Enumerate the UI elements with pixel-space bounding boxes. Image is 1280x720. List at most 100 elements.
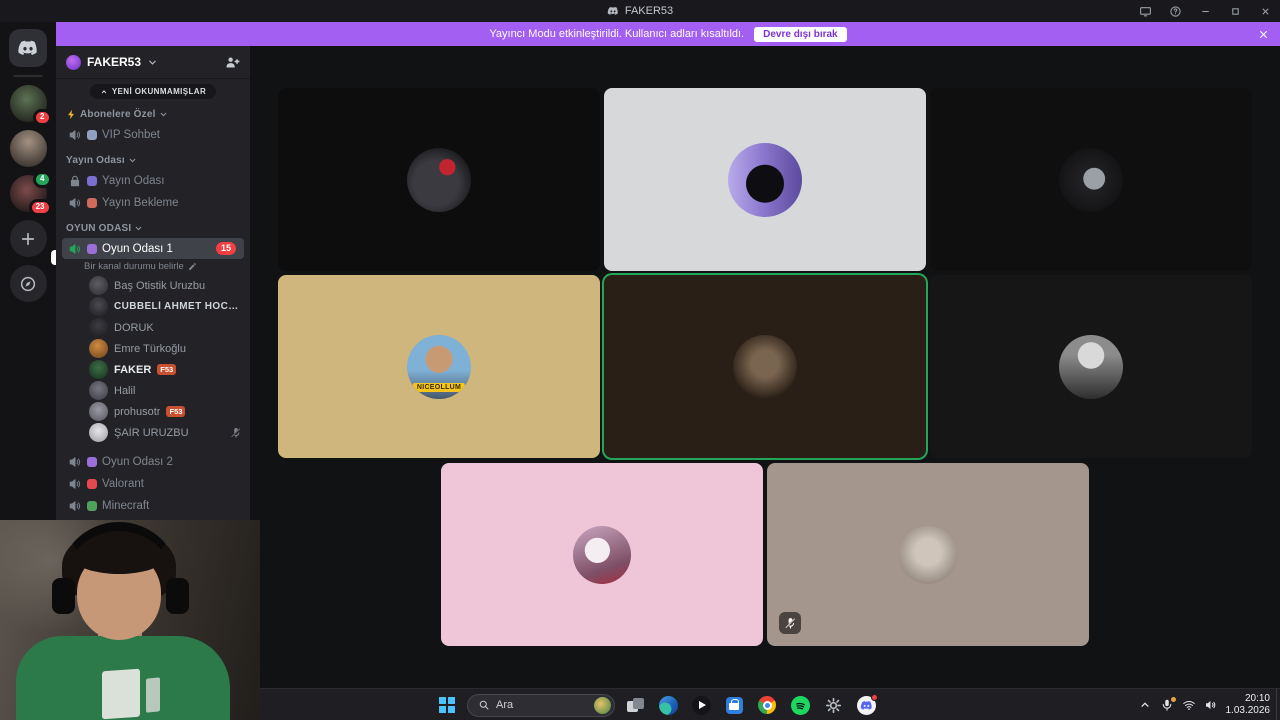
channel-name: Oyun Odası 2: [102, 455, 173, 468]
voice-member[interactable]: prohusotr F53: [56, 401, 250, 422]
spotify-icon: [790, 695, 810, 715]
voice-channel-icon: [69, 129, 81, 140]
show-desktop-button[interactable]: [1276, 689, 1280, 720]
taskbar-clock[interactable]: 20:10 1.03.2026: [1226, 693, 1271, 718]
avatar: [89, 297, 108, 316]
discord-logo-icon: [607, 5, 619, 17]
channel-minecraft[interactable]: Minecraft: [62, 495, 244, 516]
settings-button[interactable]: [820, 692, 846, 718]
participant-tile-7[interactable]: [441, 463, 763, 646]
notification-dot: [870, 693, 878, 701]
server-icon-3[interactable]: 4 23: [9, 171, 52, 216]
voice-member[interactable]: FAKER F53: [56, 359, 250, 380]
member-name: Halil: [114, 384, 136, 397]
window-title-group: FAKER53: [607, 5, 673, 17]
mic-muted-icon: [779, 612, 801, 634]
participant-tile-8[interactable]: [767, 463, 1089, 646]
discord-taskbar-button[interactable]: [853, 692, 879, 718]
clock-time: 20:10: [1244, 692, 1270, 704]
new-unreads-pill[interactable]: YENİ OKUNMAMIŞLAR: [89, 84, 217, 99]
spotify-button[interactable]: [787, 692, 813, 718]
discord-home-button[interactable]: [9, 29, 47, 67]
add-server-button[interactable]: [9, 220, 47, 257]
chrome-button[interactable]: [754, 692, 780, 718]
tray-microphone-icon[interactable]: [1160, 697, 1176, 712]
member-name: DORUK: [114, 321, 154, 334]
voice-member[interactable]: CÜBBELİ AHMET HOCA !!!: [56, 296, 250, 317]
member-name: Baş Otistik Uruzbu: [114, 279, 206, 292]
member-name: CÜBBELİ AHMET HOCA !!!: [114, 301, 242, 312]
voice-channel-icon: [69, 478, 81, 489]
voice-member[interactable]: Halil: [56, 380, 250, 401]
voice-channel-icon: [69, 456, 81, 467]
channel-oyun-odasi-1[interactable]: Oyun Odası 1 15: [62, 238, 244, 259]
gear-icon: [825, 697, 841, 713]
help-icon[interactable]: [1160, 0, 1190, 22]
lock-icon: [70, 175, 80, 186]
avatar: [89, 276, 108, 295]
microsoft-store-button[interactable]: [721, 692, 747, 718]
tile-row-2: NICEOLLUM: [250, 275, 1280, 458]
channel-oyun-odasi-2[interactable]: Oyun Odası 2: [62, 451, 244, 472]
go-live-icon[interactable]: [1130, 0, 1160, 22]
category-yayin-odasi[interactable]: Yayın Odası: [56, 151, 250, 169]
avatar: [89, 423, 108, 442]
member-tag-badge: F53: [166, 406, 186, 417]
channel-yayin-odasi[interactable]: Yayın Odası: [62, 170, 244, 191]
voice-member[interactable]: Emre Türkoğlu: [56, 338, 250, 359]
voice-member[interactable]: ŞAİR URUZBU: [56, 422, 250, 443]
category-label: Abonelere Özel: [80, 108, 156, 120]
media-player-button[interactable]: [688, 692, 714, 718]
voice-member[interactable]: DORUK: [56, 317, 250, 338]
participant-tile-6[interactable]: [930, 275, 1252, 458]
volume-icon[interactable]: [1204, 698, 1218, 712]
voice-member[interactable]: Baş Otistik Uruzbu: [56, 275, 250, 296]
category-label: Yayın Odası: [66, 154, 125, 166]
channel-status-placeholder[interactable]: Bir kanal durumu belirle: [56, 260, 250, 273]
edge-button[interactable]: [655, 692, 681, 718]
chevron-down-icon: [160, 112, 166, 116]
chevron-down-icon: [136, 226, 142, 230]
explore-servers-button[interactable]: [9, 265, 47, 302]
streamer-mode-banner: Yayıncı Modu etkinleştirildi. Kullanıcı …: [56, 22, 1280, 46]
server-header[interactable]: FAKER53: [56, 46, 250, 79]
minimize-button[interactable]: [1190, 0, 1220, 22]
avatar: [89, 402, 108, 421]
search-icon: [479, 700, 489, 710]
avatar: [89, 339, 108, 358]
participant-tile-4[interactable]: NICEOLLUM: [278, 275, 600, 458]
category-oyun-odasi[interactable]: OYUN ODASI: [56, 219, 250, 237]
channel-emoji: [87, 456, 97, 467]
participant-tile-3[interactable]: [930, 88, 1252, 271]
member-name: prohusotr: [114, 405, 161, 418]
maximize-button[interactable]: [1220, 0, 1250, 22]
network-icon[interactable]: [1182, 698, 1196, 712]
participant-tile-2[interactable]: [604, 88, 926, 271]
search-box[interactable]: Ara: [467, 693, 615, 717]
channel-valorant[interactable]: Valorant: [62, 473, 244, 494]
server-icon-1[interactable]: 2: [9, 85, 52, 126]
member-tag-badge: F53: [157, 364, 177, 375]
task-view-button[interactable]: [622, 692, 648, 718]
category-label: OYUN ODASI: [66, 222, 132, 234]
category-abonelere-ozel[interactable]: Abonelere Özel: [56, 105, 250, 123]
invite-people-icon[interactable]: [225, 55, 240, 70]
avatar: [89, 318, 108, 337]
channel-name: Valorant: [102, 477, 144, 490]
start-button[interactable]: [434, 692, 460, 718]
participant-tile-1[interactable]: [278, 88, 600, 271]
channel-vip-sohbet[interactable]: VIP Sohbet: [62, 124, 244, 145]
close-button[interactable]: [1250, 0, 1280, 22]
tray-chevron-up-icon[interactable]: [1138, 698, 1152, 712]
voice-channel-icon: [69, 500, 81, 511]
chrome-icon: [758, 696, 776, 714]
banner-close-icon[interactable]: [1256, 27, 1270, 41]
disable-streamer-mode-button[interactable]: Devre dışı bırak: [754, 26, 847, 42]
screen: FAKER53 Yayıncı Modu etkinleştirildi. Ku…: [0, 0, 1280, 720]
channel-yayin-bekleme[interactable]: Yayın Bekleme: [62, 192, 244, 213]
participant-tile-5-speaking[interactable]: [604, 275, 926, 458]
server-icon-2[interactable]: [9, 130, 47, 167]
participant-avatar: [1059, 334, 1123, 399]
mic-in-use-dot: [1170, 697, 1176, 702]
voice-channel-icon: [69, 243, 81, 254]
